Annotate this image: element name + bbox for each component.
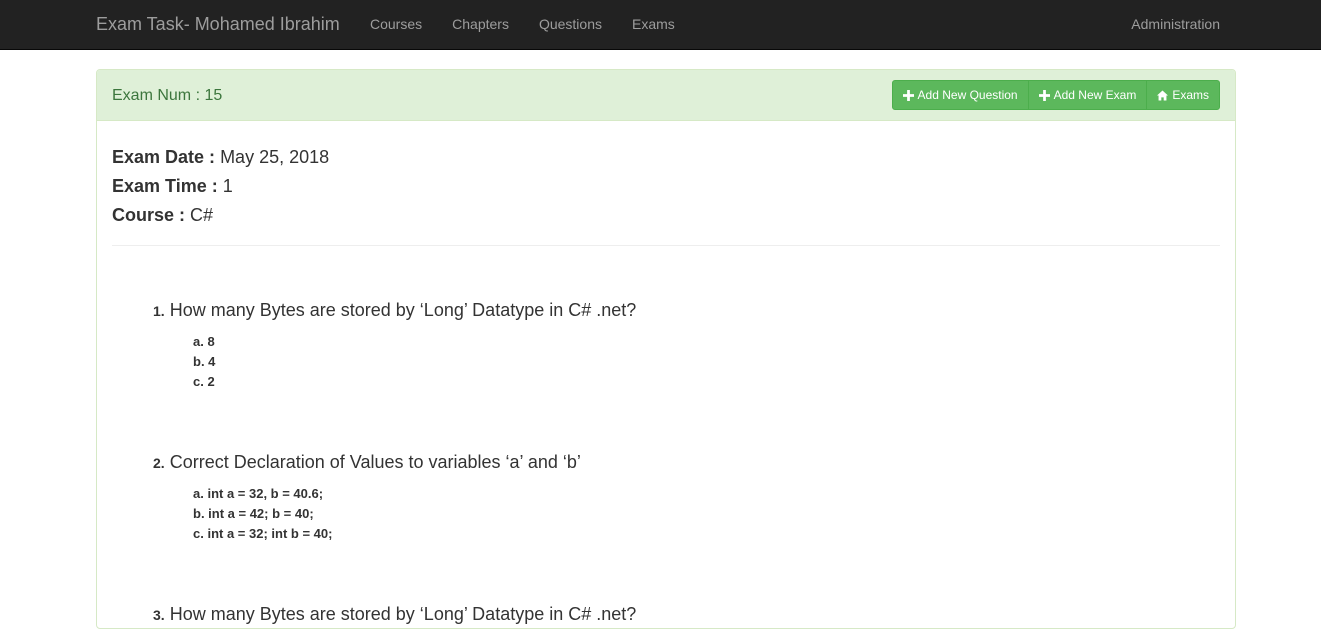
question-number: 1.	[153, 303, 165, 319]
exams-label: Exams	[1172, 88, 1209, 102]
answer-option: a. int a = 32, b = 40.6;	[193, 486, 324, 501]
question-text-line: 2. Correct Declaration of Values to vari…	[153, 450, 1220, 475]
plus-icon	[1038, 89, 1050, 101]
nav-link-courses[interactable]: Courses	[355, 0, 437, 50]
exam-time-row: Exam Time : 1	[112, 172, 1220, 201]
question-text: How many Bytes are stored by ‘Long’ Data…	[169, 300, 637, 320]
nav-link-exams[interactable]: Exams	[617, 0, 690, 50]
answer-option: a. 8	[193, 334, 215, 349]
exam-time-value: 1	[222, 176, 233, 196]
course-label: Course :	[112, 205, 186, 225]
panel-body: Exam Date : May 25, 2018 Exam Time : 1 C…	[97, 121, 1235, 627]
panel-heading: Exam Num : 15 Add New Question Add New E…	[97, 70, 1235, 121]
question-text-line: 1. How many Bytes are stored by ‘Long’ D…	[153, 298, 1220, 323]
question-number: 2.	[153, 455, 165, 471]
plus-icon	[902, 89, 914, 101]
exams-button[interactable]: Exams	[1146, 80, 1220, 110]
exam-date-value: May 25, 2018	[220, 147, 330, 167]
answer-option: b. int a = 42; b = 40;	[193, 506, 314, 521]
exam-meta: Exam Date : May 25, 2018 Exam Time : 1 C…	[112, 121, 1220, 230]
course-row: Course : C#	[112, 201, 1220, 230]
question-item: 1. How many Bytes are stored by ‘Long’ D…	[153, 298, 1220, 392]
exam-number-title: Exam Num : 15	[112, 87, 223, 104]
answer-list: a. int a = 32, b = 40.6; b. int a = 42; …	[193, 484, 1220, 544]
home-icon	[1157, 89, 1169, 101]
add-new-question-button[interactable]: Add New Question	[891, 80, 1029, 110]
nav-link-chapters[interactable]: Chapters	[437, 0, 524, 50]
answer-option: c. int a = 32; int b = 40;	[193, 526, 333, 541]
add-new-exam-label: Add New Exam	[1053, 88, 1137, 102]
question-text: How many Bytes are stored by ‘Long’ Data…	[169, 604, 637, 624]
navbar: Exam Task- Mohamed Ibrahim Courses Chapt…	[0, 0, 1321, 50]
course-value: C#	[190, 205, 214, 225]
question-text: Correct Declaration of Values to variabl…	[169, 452, 581, 472]
question-text-line: 3. How many Bytes are stored by ‘Long’ D…	[153, 602, 1220, 627]
brand-link[interactable]: Exam Task- Mohamed Ibrahim	[96, 0, 340, 50]
question-number: 3.	[153, 607, 165, 623]
nav-link-administration[interactable]: Administration	[1131, 0, 1220, 48]
add-new-exam-button[interactable]: Add New Exam	[1027, 80, 1148, 110]
action-button-group: Add New Question Add New Exam Exams	[891, 80, 1220, 110]
exam-time-label: Exam Time :	[112, 176, 218, 196]
question-list: 1. How many Bytes are stored by ‘Long’ D…	[112, 246, 1220, 627]
nav-links: Courses Chapters Questions Exams	[355, 0, 690, 50]
exam-date-row: Exam Date : May 25, 2018	[112, 143, 1220, 172]
answer-option: b. 4	[193, 354, 216, 369]
exam-panel: Exam Num : 15 Add New Question Add New E…	[96, 69, 1236, 629]
answer-list: a. 8 b. 4 c. 2	[193, 332, 1220, 392]
question-item: 3. How many Bytes are stored by ‘Long’ D…	[153, 602, 1220, 627]
add-new-question-label: Add New Question	[917, 88, 1018, 102]
nav-link-questions[interactable]: Questions	[524, 0, 617, 50]
exam-date-label: Exam Date :	[112, 147, 216, 167]
answer-option: c. 2	[193, 374, 215, 389]
question-item: 2. Correct Declaration of Values to vari…	[153, 450, 1220, 544]
